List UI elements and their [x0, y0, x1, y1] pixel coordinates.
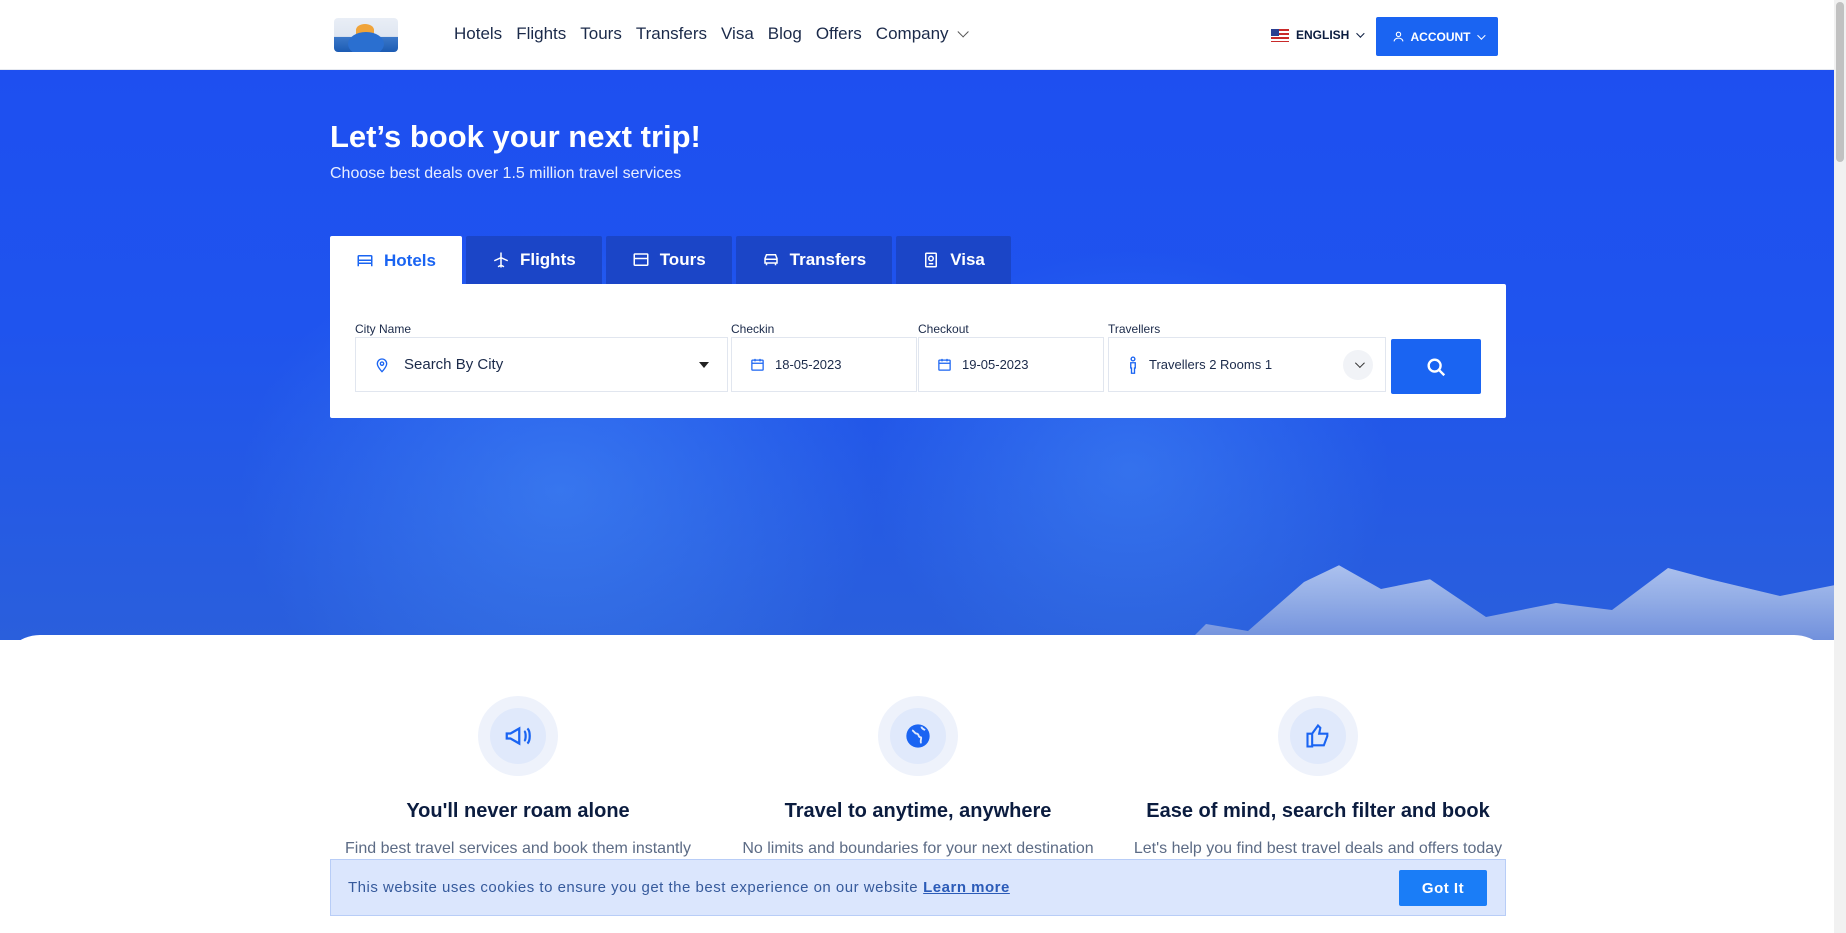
- bed-icon: [357, 255, 373, 267]
- nav-tours[interactable]: Tours: [580, 24, 622, 44]
- tab-visa[interactable]: Visa: [896, 236, 1011, 284]
- scrollbar-thumb[interactable]: [1836, 2, 1844, 162]
- calendar-icon: [751, 358, 764, 371]
- cookie-text: This website uses cookies to ensure you …: [348, 879, 919, 896]
- globe-icon: [906, 724, 930, 748]
- nav-visa[interactable]: Visa: [721, 24, 754, 44]
- chevron-down-icon: [1356, 29, 1366, 38]
- site-logo[interactable]: [334, 18, 398, 52]
- feature-icon-inner: [1290, 708, 1346, 764]
- checkout-label: Checkout: [918, 322, 969, 336]
- chevron-down-icon: [1343, 349, 1373, 380]
- got-it-button[interactable]: Got It: [1399, 870, 1487, 906]
- feature-icon-circle: [1278, 696, 1358, 776]
- city-placeholder: Search By City: [404, 356, 504, 373]
- user-icon: [1393, 31, 1403, 42]
- thumbs-up-icon: [1306, 723, 1329, 748]
- nav-flights[interactable]: Flights: [516, 24, 566, 44]
- briefcase-icon: [633, 253, 649, 266]
- hero-title: Let’s book your next trip!: [330, 119, 701, 154]
- tab-flights-label: Flights: [519, 250, 576, 269]
- checkin-label: Checkin: [731, 322, 775, 336]
- hotel-search-form: City Name Search By City Checkin 18-05-2…: [330, 284, 1506, 418]
- city-select[interactable]: Search By City: [355, 337, 728, 392]
- travellers-dropdown[interactable]: Travellers 2 Rooms 1: [1108, 337, 1386, 392]
- mountain-background: [1150, 565, 1834, 640]
- tab-transfers-label: Transfers: [789, 250, 867, 269]
- nav-company-label: Company: [875, 24, 949, 43]
- tab-hotels[interactable]: Hotels: [330, 236, 462, 286]
- tab-tours-label: Tours: [659, 250, 706, 269]
- feature-icon-inner: [890, 708, 946, 764]
- feature-travel-anytime: Travel to anytime, anywhere No limits an…: [718, 696, 1118, 858]
- feature-title: Travel to anytime, anywhere: [784, 800, 1052, 822]
- top-header: Hotels Flights Tours Transfers Visa Blog…: [0, 0, 1834, 70]
- main-nav: Hotels Flights Tours Transfers Visa Blog…: [454, 24, 969, 44]
- search-button[interactable]: [1391, 339, 1481, 394]
- nav-company[interactable]: Company: [875, 24, 969, 44]
- nav-blog[interactable]: Blog: [768, 24, 802, 44]
- feature-icon-inner: [490, 708, 546, 764]
- nav-hotels[interactable]: Hotels: [454, 24, 502, 44]
- chevron-down-icon: [957, 26, 969, 38]
- calendar-icon: [938, 358, 951, 371]
- hero-subtitle: Choose best deals over 1.5 million trave…: [330, 165, 682, 182]
- hero-section: Let’s book your next trip! Choose best d…: [0, 70, 1834, 640]
- feature-ease-of-mind: Ease of mind, search filter and book Let…: [1118, 696, 1518, 858]
- checkout-input[interactable]: 19-05-2023: [918, 337, 1104, 392]
- travellers-value: Travellers 2 Rooms 1: [1149, 357, 1273, 372]
- language-selector[interactable]: ENGLISH: [1271, 28, 1366, 42]
- passport-icon: [925, 252, 938, 268]
- account-button[interactable]: ACCOUNT: [1376, 17, 1498, 56]
- checkout-value: 19-05-2023: [962, 357, 1029, 372]
- feature-icon-circle: [878, 696, 958, 776]
- checkin-input[interactable]: 18-05-2023: [731, 337, 917, 392]
- tab-hotels-label: Hotels: [384, 251, 436, 270]
- cookie-banner: This website uses cookies to ensure you …: [330, 859, 1506, 916]
- feature-title: You'll never roam alone: [406, 800, 630, 822]
- car-icon: [763, 254, 778, 266]
- language-label: ENGLISH: [1296, 28, 1350, 42]
- us-flag-icon: [1271, 28, 1289, 42]
- feature-title: Ease of mind, search filter and book: [1146, 800, 1490, 822]
- location-pin-icon: [376, 357, 388, 373]
- city-name-label: City Name: [355, 322, 412, 336]
- tab-transfers[interactable]: Transfers: [735, 236, 893, 284]
- person-icon: [1130, 355, 1136, 374]
- feature-description: Let's help you find best travel deals an…: [1133, 840, 1503, 857]
- search-icon: [1427, 357, 1446, 376]
- page-scrollbar[interactable]: [1834, 0, 1846, 933]
- tab-flights[interactable]: Flights: [465, 236, 602, 284]
- account-label: ACCOUNT: [1410, 29, 1471, 44]
- plane-icon: [493, 252, 509, 268]
- travellers-label: Travellers: [1108, 322, 1161, 336]
- nav-offers[interactable]: Offers: [816, 24, 862, 44]
- dropdown-caret-icon: [699, 361, 709, 368]
- megaphone-icon: [505, 726, 531, 746]
- feature-icon-circle: [478, 696, 558, 776]
- checkin-value: 18-05-2023: [775, 357, 842, 372]
- feature-description: No limits and boundaries for your next d…: [742, 840, 1094, 857]
- tab-tours[interactable]: Tours: [605, 236, 732, 284]
- search-tabs: Hotels Flights Tours Transfers Visa: [330, 236, 1011, 286]
- tab-visa-label: Visa: [950, 250, 985, 269]
- learn-more-link[interactable]: Learn more: [923, 879, 1010, 896]
- feature-description: Find best travel services and book them …: [345, 840, 691, 857]
- feature-roam-alone: You'll never roam alone Find best travel…: [318, 696, 718, 858]
- chevron-down-icon: [1476, 30, 1486, 40]
- logo-globe: [348, 32, 384, 52]
- nav-transfers[interactable]: Transfers: [636, 24, 707, 44]
